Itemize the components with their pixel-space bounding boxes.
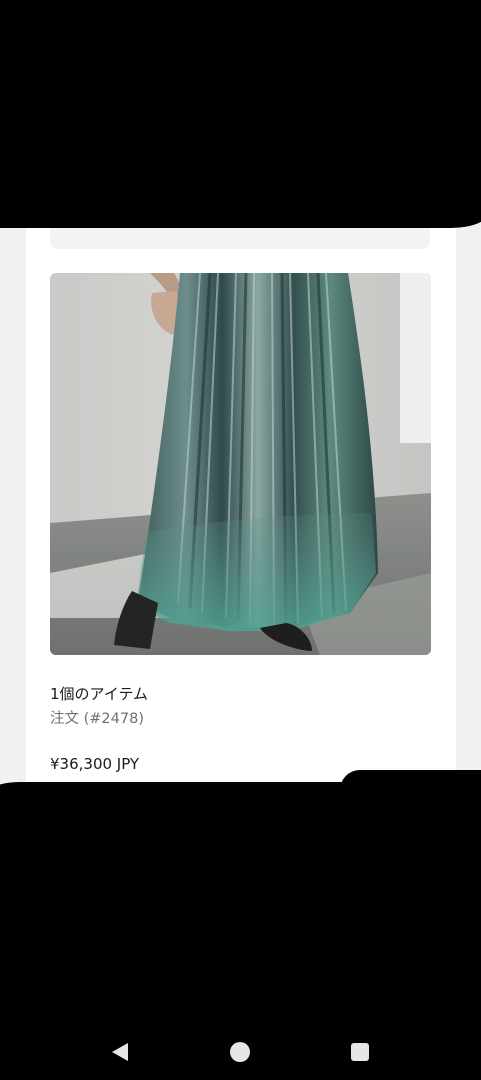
redaction-top (0, 0, 481, 228)
recents-square-icon (351, 1043, 369, 1061)
recents-button[interactable] (330, 1024, 390, 1080)
redaction-bottom (0, 782, 481, 1032)
product-image[interactable] (50, 273, 431, 655)
order-number-label: 注文 (#2478) (50, 711, 144, 727)
system-navigation-bar (0, 1024, 481, 1080)
pleated-skirt-photo (50, 273, 431, 655)
home-button[interactable] (210, 1024, 270, 1080)
back-button[interactable] (90, 1024, 150, 1080)
screen: 1個のアイテム 注文 (#2478) ¥36,300 JPY (0, 0, 481, 1080)
back-triangle-icon (112, 1043, 128, 1061)
order-price: ¥36,300 JPY (50, 755, 140, 773)
home-circle-icon (230, 1042, 250, 1062)
items-count-label: 1個のアイテム (50, 685, 149, 703)
